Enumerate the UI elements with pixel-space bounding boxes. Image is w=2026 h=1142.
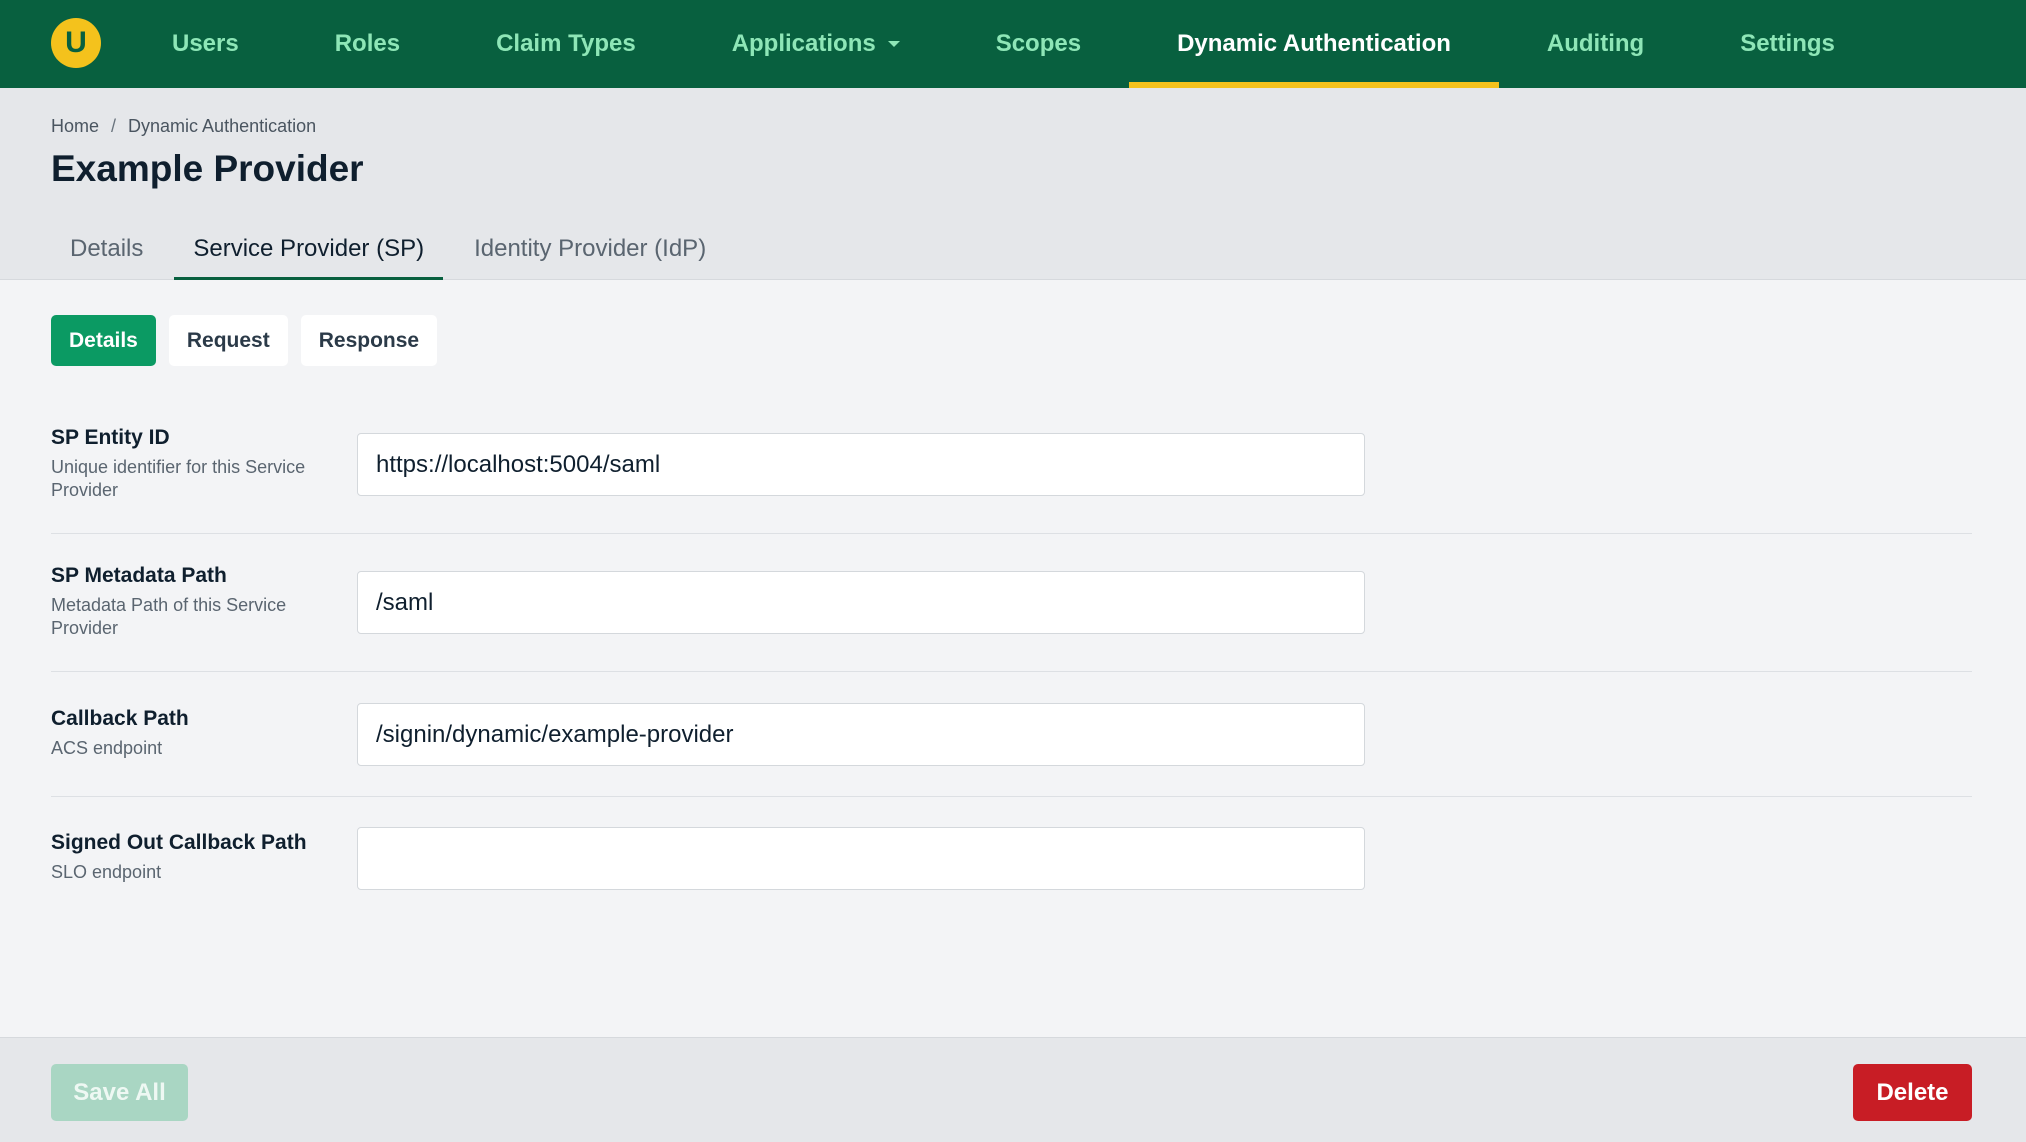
breadcrumb-current[interactable]: Dynamic Authentication <box>128 116 316 136</box>
sp-subtabs: Details Request Response <box>51 315 438 366</box>
field-label-group: Callback Path ACS endpoint <box>51 707 351 760</box>
top-navbar: U Users Roles Claim Types Applications S… <box>0 0 2026 88</box>
field-title: SP Entity ID <box>51 426 170 449</box>
tab-details[interactable]: Details <box>51 218 162 280</box>
nav-item-auditing[interactable]: Auditing <box>1499 0 1692 88</box>
nav-item-scopes[interactable]: Scopes <box>948 0 1129 88</box>
field-label-group: Signed Out Callback Path SLO endpoint <box>51 831 351 884</box>
nav-item-applications[interactable]: Applications <box>684 0 948 88</box>
app-logo[interactable]: U <box>51 18 101 68</box>
nav-menu: Users Roles Claim Types Applications Sco… <box>124 0 1883 88</box>
logo-letter: U <box>65 26 87 59</box>
form-row-callback-path: Callback Path ACS endpoint <box>51 672 1972 797</box>
subtab-request[interactable]: Request <box>168 315 288 366</box>
sp-metadata-path-input[interactable] <box>357 571 1365 634</box>
sp-details-form: SP Entity ID Unique identifier for this … <box>51 396 1972 922</box>
nav-item-users[interactable]: Users <box>124 0 287 88</box>
field-title: Signed Out Callback Path <box>51 831 307 854</box>
field-title: SP Metadata Path <box>51 564 227 587</box>
nav-item-dynamic-authentication[interactable]: Dynamic Authentication <box>1129 0 1499 88</box>
nav-item-claim-types[interactable]: Claim Types <box>448 0 684 88</box>
breadcrumb-separator: / <box>111 116 117 136</box>
form-row-sp-metadata-path: SP Metadata Path Metadata Path of this S… <box>51 534 1972 672</box>
callback-path-input[interactable] <box>357 703 1365 766</box>
provider-tabs: Details Service Provider (SP) Identity P… <box>51 218 737 280</box>
nav-item-settings[interactable]: Settings <box>1692 0 1883 88</box>
chevron-down-icon <box>887 41 900 47</box>
save-all-button[interactable]: Save All <box>51 1064 188 1121</box>
field-label-group: SP Metadata Path Metadata Path of this S… <box>51 564 351 640</box>
tab-identity-provider[interactable]: Identity Provider (IdP) <box>455 218 725 280</box>
page-title: Example Provider <box>51 148 364 189</box>
signed-out-callback-path-input[interactable] <box>357 827 1365 890</box>
breadcrumb-home[interactable]: Home <box>51 116 99 136</box>
field-description: Unique identifier for this Service Provi… <box>51 457 306 500</box>
form-row-signed-out-callback-path: Signed Out Callback Path SLO endpoint <box>51 797 1972 922</box>
nav-item-roles[interactable]: Roles <box>287 0 448 88</box>
action-footer: Save All Delete <box>0 1037 2026 1142</box>
sp-entity-id-input[interactable] <box>357 433 1365 496</box>
field-description: SLO endpoint <box>51 862 162 882</box>
field-label-group: SP Entity ID Unique identifier for this … <box>51 426 351 502</box>
subtab-details[interactable]: Details <box>51 315 156 366</box>
page-header: Home / Dynamic Authentication Example Prov… <box>0 88 2026 280</box>
subtab-response[interactable]: Response <box>300 315 438 366</box>
breadcrumb: Home / Dynamic Authentication <box>51 116 316 137</box>
tab-service-provider[interactable]: Service Provider (SP) <box>174 218 443 280</box>
delete-button[interactable]: Delete <box>1853 1064 1972 1121</box>
field-title: Callback Path <box>51 707 189 730</box>
field-description: ACS endpoint <box>51 738 163 758</box>
field-description: Metadata Path of this Service Provider <box>51 595 287 638</box>
form-row-sp-entity-id: SP Entity ID Unique identifier for this … <box>51 396 1972 534</box>
